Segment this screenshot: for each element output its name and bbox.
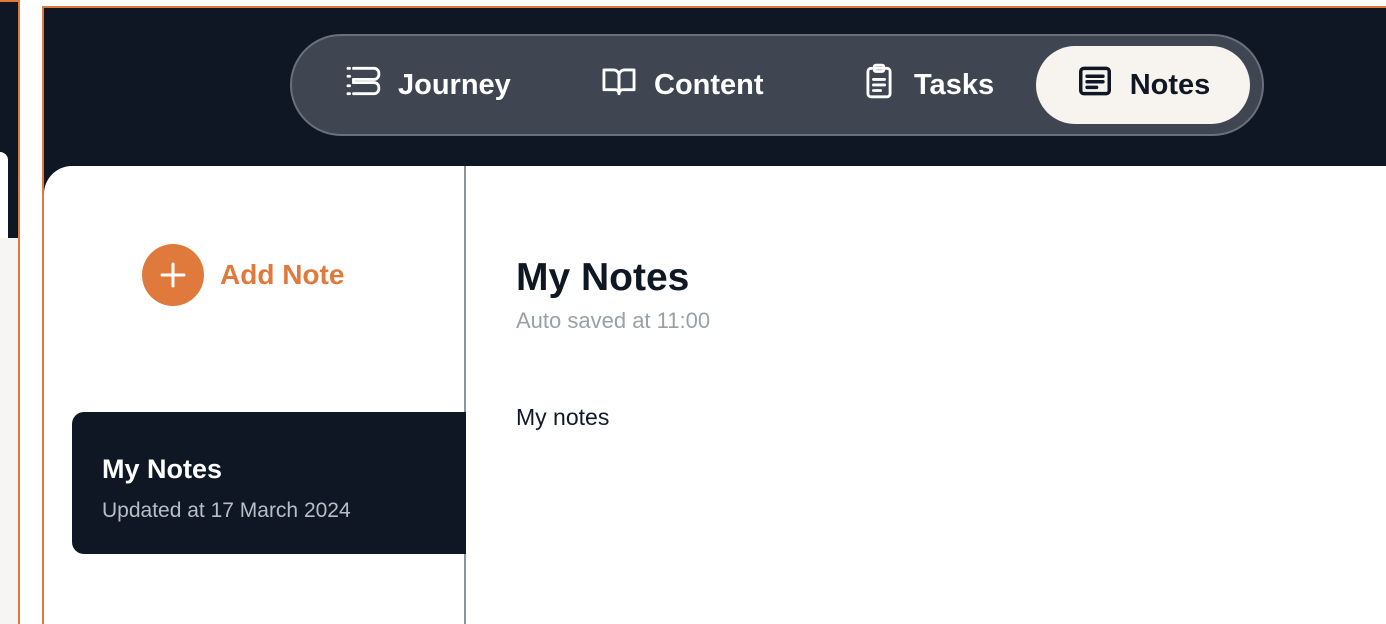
note-body-editor[interactable]: My notes bbox=[516, 404, 1316, 431]
autosave-status: Auto saved at 11:00 bbox=[516, 308, 711, 333]
nav-item-tasks[interactable]: Tasks bbox=[860, 46, 994, 124]
screen: Journey Content Tasks Notes Add Note My … bbox=[0, 0, 1386, 624]
top-bar: Journey Content Tasks Notes bbox=[44, 8, 1386, 168]
note-list-item-updated: Updated at 17 March 2024 bbox=[102, 499, 351, 522]
notes-window: Journey Content Tasks Notes Add Note My … bbox=[42, 6, 1386, 624]
book-icon bbox=[600, 62, 638, 108]
adjacent-window bbox=[0, 0, 20, 624]
nav-item-content-label: Content bbox=[654, 68, 764, 101]
nav-item-notes[interactable]: Notes bbox=[1036, 46, 1250, 124]
clipboard-icon bbox=[860, 62, 898, 108]
journey-icon bbox=[344, 62, 382, 108]
note-title: My Notes bbox=[516, 256, 690, 299]
add-note-label: Add Note bbox=[220, 259, 345, 290]
note-list-item-title: My Notes bbox=[102, 454, 223, 484]
notes-panel: Add Note My Notes Updated at 17 March 20… bbox=[44, 166, 1386, 624]
notes-icon bbox=[1076, 62, 1114, 108]
note-editor: My Notes Auto saved at 11:00 My notes bbox=[516, 166, 1376, 624]
section-nav: Journey Content Tasks Notes bbox=[290, 34, 1264, 136]
notes-sidebar: Add Note My Notes Updated at 17 March 20… bbox=[44, 166, 466, 624]
nav-item-journey[interactable]: Journey bbox=[344, 46, 511, 124]
note-list-item[interactable]: My Notes Updated at 17 March 2024 bbox=[72, 412, 466, 554]
nav-item-journey-label: Journey bbox=[398, 68, 511, 101]
nav-item-content[interactable]: Content bbox=[600, 46, 764, 124]
adjacent-window-panel bbox=[0, 152, 8, 238]
nav-item-notes-label: Notes bbox=[1129, 68, 1211, 101]
nav-item-tasks-label: Tasks bbox=[914, 68, 995, 101]
add-note-button[interactable]: Add Note bbox=[142, 244, 344, 306]
plus-icon bbox=[142, 244, 204, 306]
